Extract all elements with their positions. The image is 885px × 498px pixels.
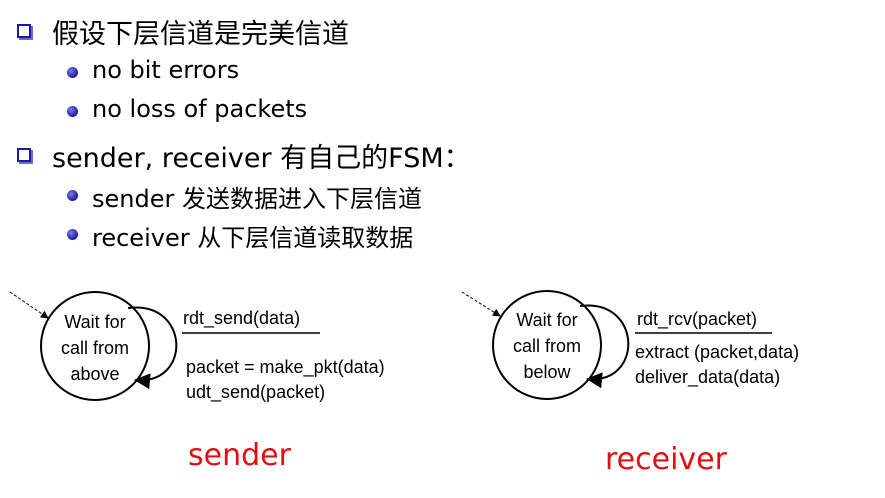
receiver-initial-arrow (461, 291, 501, 317)
sender-event: rdt_send(data) (183, 308, 300, 329)
sender-state-line-3: above (70, 364, 119, 384)
sender-state-line-2: call from (61, 338, 129, 358)
sender-action-2: udt_send(packet) (186, 382, 325, 403)
receiver-action-2: deliver_data(data) (635, 367, 780, 388)
receiver-self-loop (579, 304, 630, 389)
fsm-diagram: Wait for call from above rdt_send(data) … (9, 290, 799, 403)
sender-initial-arrow (9, 291, 49, 319)
receiver-state-line-2: call from (513, 336, 581, 356)
receiver-action-1: extract (packet,data) (635, 342, 799, 362)
receiver-event: rdt_rcv(packet) (637, 309, 757, 330)
receiver-state-line-3: below (523, 362, 571, 382)
sender-action-1: packet = make_pkt(data) (186, 357, 385, 378)
sender-self-loop (127, 306, 178, 390)
receiver-state-line-1: Wait for (516, 310, 577, 330)
receiver-label: receiver (605, 442, 727, 477)
sender-label: sender (188, 438, 291, 473)
sender-state-line-1: Wait for (64, 312, 125, 332)
